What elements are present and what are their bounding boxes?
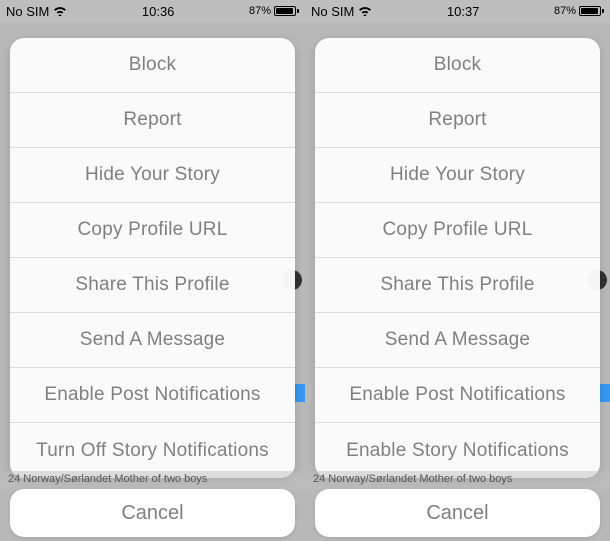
menu-report[interactable]: Report — [10, 93, 295, 148]
menu-share-profile[interactable]: Share This Profile — [315, 258, 600, 313]
carrier-text: No SIM — [311, 4, 354, 19]
menu-copy-url[interactable]: Copy Profile URL — [10, 203, 295, 258]
status-bar: No SIM 10:36 87% — [0, 0, 305, 22]
battery-icon — [274, 6, 299, 16]
action-sheet: Block Report Hide Your Story Copy Profil… — [10, 38, 295, 478]
menu-hide-story[interactable]: Hide Your Story — [10, 148, 295, 203]
clock-text: 10:36 — [142, 4, 175, 19]
menu-report[interactable]: Report — [315, 93, 600, 148]
battery-pct: 87% — [249, 5, 271, 17]
bg-profile-text: 24 Norway/Sørlandet Mother of two boys — [0, 471, 305, 489]
cancel-button[interactable]: Cancel — [315, 489, 600, 537]
menu-enable-post-notif[interactable]: Enable Post Notifications — [10, 368, 295, 423]
menu-block[interactable]: Block — [10, 38, 295, 93]
menu-copy-url[interactable]: Copy Profile URL — [315, 203, 600, 258]
battery-pct: 87% — [554, 5, 576, 17]
clock-text: 10:37 — [447, 4, 480, 19]
menu-send-message[interactable]: Send A Message — [10, 313, 295, 368]
cancel-button[interactable]: Cancel — [10, 489, 295, 537]
menu-enable-story-notif[interactable]: Enable Story Notifications — [315, 423, 600, 478]
bg-profile-text: 24 Norway/Sørlandet Mother of two boys — [305, 471, 610, 489]
wifi-icon — [358, 4, 372, 19]
menu-send-message[interactable]: Send A Message — [315, 313, 600, 368]
menu-share-profile[interactable]: Share This Profile — [10, 258, 295, 313]
battery-icon — [579, 6, 604, 16]
menu-block[interactable]: Block — [315, 38, 600, 93]
menu-turn-off-story-notif[interactable]: Turn Off Story Notifications — [10, 423, 295, 478]
menu-hide-story[interactable]: Hide Your Story — [315, 148, 600, 203]
carrier-text: No SIM — [6, 4, 49, 19]
phone-left: No SIM 10:36 87% Block Report Hide Your … — [0, 0, 305, 541]
action-sheet: Block Report Hide Your Story Copy Profil… — [315, 38, 600, 478]
menu-enable-post-notif[interactable]: Enable Post Notifications — [315, 368, 600, 423]
phone-right: No SIM 10:37 87% Block Report Hide Your … — [305, 0, 610, 541]
wifi-icon — [53, 4, 67, 19]
status-bar: No SIM 10:37 87% — [305, 0, 610, 22]
